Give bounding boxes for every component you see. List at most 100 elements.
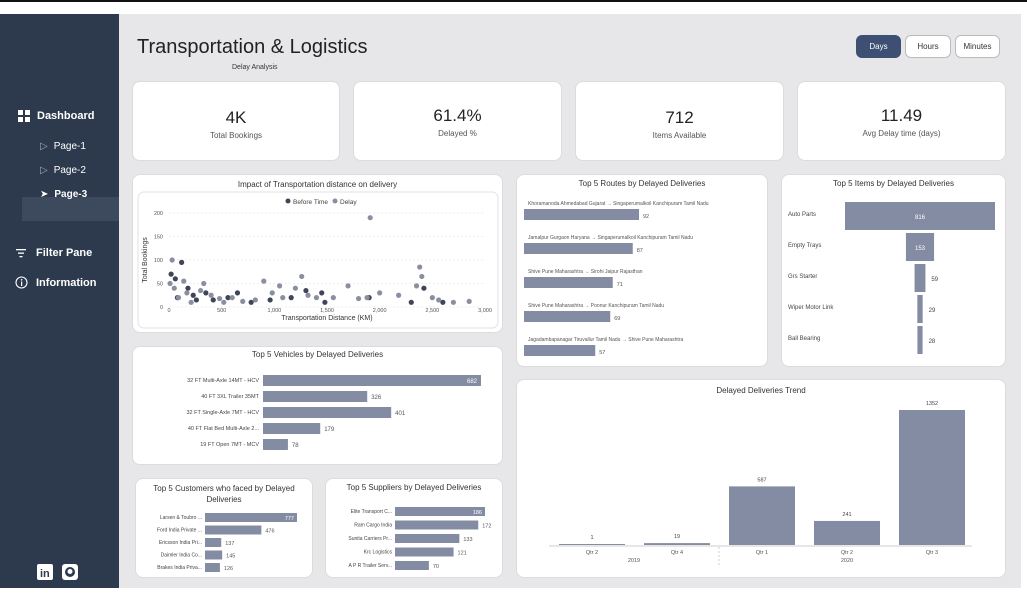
filter-lines-icon xyxy=(16,249,26,258)
group-label: 2019 xyxy=(628,558,640,564)
scatter-point xyxy=(305,292,311,298)
bar xyxy=(263,391,368,402)
bar xyxy=(205,550,223,560)
kpi-value: 11.49 xyxy=(880,106,923,125)
toggle-minutes[interactable]: Minutes xyxy=(955,35,1000,58)
suppliers-chart: Elite Transport C... 186 Ram Cargo India 17… xyxy=(348,507,491,570)
scatter-point xyxy=(292,285,298,291)
bar-value-label: 70 xyxy=(433,564,439,570)
x-tick-label: 1,000 xyxy=(267,308,281,314)
scatter-point xyxy=(330,295,336,301)
toggle-hours[interactable]: Hours xyxy=(905,35,951,58)
scatter-point xyxy=(169,257,175,263)
bar-category-label: Krc Logistics xyxy=(364,550,393,556)
scatter-card: Impact of Transportation distance on del… xyxy=(132,174,503,333)
bar xyxy=(205,525,262,535)
nav-page-2[interactable]: ▷ Page-2 xyxy=(40,165,86,176)
vehicles-card: Top 5 Vehicles by Delayed Deliveries 32 … xyxy=(132,346,503,465)
bottom-border xyxy=(0,588,1027,597)
bar xyxy=(263,423,321,434)
scatter-chart: Before Time Delay 0 50 100 150 200 0 500 1,000 1,5… xyxy=(137,191,499,329)
toggle-days[interactable]: Days xyxy=(856,35,901,58)
nav-dashboard[interactable]: Dashboard xyxy=(18,110,94,122)
bar xyxy=(263,375,481,386)
nav-info-label: Information xyxy=(36,276,97,289)
bar-category-label: 32 FT Multi-Axle 14MT - HCV xyxy=(187,378,259,384)
bar xyxy=(524,243,633,254)
kpi-value: 4K xyxy=(225,108,247,127)
scatter-point xyxy=(267,297,273,303)
scatter-point xyxy=(288,295,294,301)
bar-value-label: 28 xyxy=(929,339,936,345)
bar xyxy=(899,410,965,545)
scatter-point xyxy=(356,295,362,302)
scatter-point xyxy=(179,259,185,265)
nav-dashboard-label: Dashboard xyxy=(37,110,95,122)
grid-icon xyxy=(18,110,30,122)
legend-label: Before Time xyxy=(293,199,328,206)
bar xyxy=(395,507,485,516)
bar xyxy=(205,563,220,572)
scatter-point xyxy=(208,292,214,298)
bar-category-label: Wiper Motor Link xyxy=(788,305,834,311)
trend-chart: 1 Qtr 2 19 Qtr 4 587 Qtr 1 241 Qtr 2 1352 Qtr 3 20… xyxy=(549,401,972,567)
github-icon[interactable] xyxy=(62,564,78,585)
y-tick-label: 150 xyxy=(154,235,163,241)
scatter-point xyxy=(175,295,182,301)
bar xyxy=(395,561,429,570)
bar xyxy=(524,345,596,356)
bar xyxy=(205,513,297,522)
page-title: Transportation & Logistics xyxy=(137,36,368,58)
scatter-point xyxy=(171,285,177,291)
nav-page-label: Page-2 xyxy=(53,165,86,176)
bar-value-label: 816 xyxy=(915,215,926,221)
items-chart: Auto Parts 816 Empty Trays 153 Grs Starter 59… xyxy=(788,202,995,354)
nav-filter-pane[interactable]: Filter Pane xyxy=(16,247,92,259)
y-tick-label: 0 xyxy=(160,305,163,311)
bar xyxy=(395,534,460,543)
window-top-border xyxy=(0,0,1027,2)
kpi-value: 61.4% xyxy=(433,106,482,125)
scatter-point xyxy=(313,295,320,301)
scatter-point xyxy=(198,287,204,294)
x-tick-label: 3,000 xyxy=(478,308,492,314)
scatter-point xyxy=(413,283,420,289)
linkedin-icon[interactable]: in xyxy=(37,564,53,585)
x-tick-label: Qtr 2 xyxy=(586,550,598,556)
svg-text:in: in xyxy=(40,568,50,580)
routes-chart: Khoramanoda Ahmedabad Gujarat → Singaper… xyxy=(524,201,709,356)
kpi-label: Avg Delay time (days) xyxy=(862,129,941,138)
bar-value-label: 1352 xyxy=(926,401,938,407)
nav-page-1[interactable]: ▷ Page-1 xyxy=(40,141,86,152)
bar-value-label: 172 xyxy=(482,524,491,530)
bar xyxy=(524,277,613,288)
bar xyxy=(524,209,639,220)
bar-value-label: 777 xyxy=(285,516,294,522)
bar-category-label: Ford India Private ... xyxy=(157,528,202,534)
bar-category-label: Daimler India Co... xyxy=(161,553,202,559)
x-tick-label: Qtr 2 xyxy=(841,550,853,556)
scatter-point xyxy=(396,292,402,298)
bar xyxy=(644,543,710,545)
bar-category-label: Khoramanoda Ahmedabad Gujarat → Singaper… xyxy=(528,201,709,207)
x-tick-label: 0 xyxy=(167,308,170,314)
bar-category-label: Sunita Carriers Pr... xyxy=(348,536,392,542)
scatter-point xyxy=(429,295,435,301)
chevron-right-icon: ▷ xyxy=(40,165,48,176)
scatter-point xyxy=(364,295,370,301)
scatter-point xyxy=(216,295,223,302)
bar-value-label: 87 xyxy=(637,248,643,254)
bar-value-label: 1 xyxy=(590,535,593,541)
x-tick-label: 500 xyxy=(217,308,226,314)
bar-value-label: 71 xyxy=(617,282,623,288)
bar-category-label: Larsen & Toubro ... xyxy=(160,515,202,521)
scatter-point xyxy=(229,295,235,301)
chevron-right-icon: ➤ xyxy=(40,189,49,200)
nav-page-3[interactable]: ➤ Page-3 xyxy=(40,189,87,200)
routes-card: Top 5 Routes by Delayed Deliveries Khora… xyxy=(516,174,768,367)
scatter-point xyxy=(419,273,425,280)
nav-information[interactable]: Information xyxy=(15,276,97,289)
scatter-point xyxy=(322,299,328,305)
scatter-point xyxy=(240,298,246,304)
bar-category-label: Auto Parts xyxy=(788,212,816,218)
